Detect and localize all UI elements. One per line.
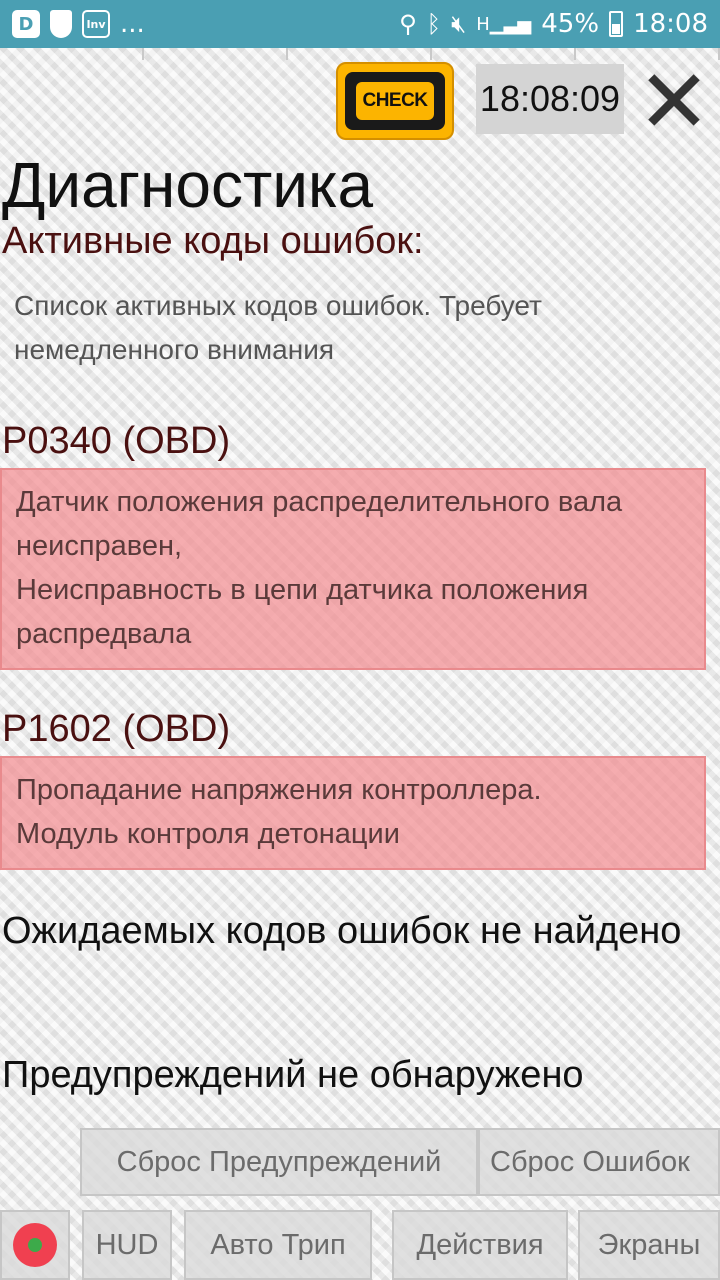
battery-icon bbox=[609, 11, 624, 37]
status-bar-right: ⚲ ᛒ 🔇︎ H▁▃▅ 45% 18:08 bbox=[399, 9, 708, 39]
app-notification-icon: D bbox=[12, 10, 40, 38]
warnings-message: Предупреждений не обнаружено bbox=[2, 1054, 584, 1096]
record-button[interactable] bbox=[0, 1210, 70, 1280]
error-code-title: P0340 (OBD) bbox=[2, 420, 231, 462]
record-icon bbox=[13, 1223, 57, 1267]
status-time: 18:08 bbox=[633, 9, 708, 39]
signal-type: H bbox=[476, 13, 490, 35]
actions-button[interactable]: Действия bbox=[392, 1210, 568, 1280]
error-message-line: Неисправность в цепи датчика положения р… bbox=[16, 574, 589, 650]
error-message-line: Датчик положения распределительного вала… bbox=[16, 486, 623, 562]
pending-codes-message: Ожидаемых кодов ошибок не найдено bbox=[2, 910, 682, 952]
signal-icon: H▁▃▅ bbox=[476, 13, 532, 35]
page-title: Диагностика bbox=[2, 149, 374, 221]
check-engine-icon: CHECK bbox=[345, 72, 445, 130]
bluetooth-icon: ᛒ bbox=[426, 10, 442, 38]
mute-icon: 🔇︎ bbox=[451, 10, 467, 38]
strip-segment bbox=[144, 48, 288, 60]
auto-trip-button[interactable]: Авто Трип bbox=[184, 1210, 372, 1280]
strip-segment bbox=[432, 48, 576, 60]
inv-notification-icon: Inv bbox=[82, 10, 110, 38]
status-bar: D Inv ... ⚲ ᛒ 🔇︎ H▁▃▅ 45% 18:08 bbox=[0, 0, 720, 48]
strip-segment bbox=[288, 48, 432, 60]
more-notifications: ... bbox=[120, 9, 145, 39]
active-codes-heading: Активные коды ошибок: bbox=[2, 220, 424, 262]
reset-warnings-button[interactable]: Сброс Предупреждений bbox=[80, 1128, 478, 1196]
hud-button[interactable]: HUD bbox=[82, 1210, 172, 1280]
check-engine-indicator[interactable]: CHECK bbox=[336, 62, 454, 140]
location-icon: ⚲ bbox=[399, 10, 417, 38]
shield-icon bbox=[50, 10, 72, 38]
error-code-description: Пропадание напряжения контроллера. Модул… bbox=[0, 756, 706, 870]
clock-display: 18:08:09 bbox=[476, 64, 624, 134]
strip-segment bbox=[0, 48, 144, 60]
error-message-line: Пропадание напряжения контроллера. bbox=[16, 774, 542, 806]
active-codes-description: Список активных кодов ошибок. Требует не… bbox=[14, 290, 542, 365]
record-indicator-dot bbox=[28, 1238, 42, 1252]
error-message-line: Модуль контроля детонации bbox=[16, 818, 400, 850]
error-code-description: Датчик положения распределительного вала… bbox=[0, 468, 706, 670]
close-button[interactable]: ✕ bbox=[636, 58, 712, 146]
close-icon: ✕ bbox=[637, 50, 711, 153]
status-bar-left: D Inv ... bbox=[12, 9, 145, 39]
reset-errors-button[interactable]: Сброс Ошибок bbox=[478, 1128, 720, 1196]
check-label: CHECK bbox=[356, 82, 434, 120]
battery-percent: 45% bbox=[541, 9, 600, 39]
screens-button[interactable]: Экраны bbox=[578, 1210, 720, 1280]
top-strip bbox=[0, 48, 720, 60]
error-code-title: P1602 (OBD) bbox=[2, 708, 231, 750]
